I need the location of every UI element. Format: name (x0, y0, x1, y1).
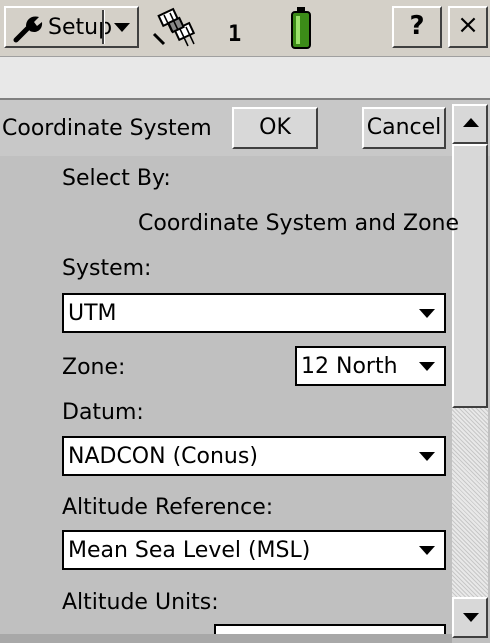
scroll-thumb[interactable] (452, 144, 488, 408)
close-icon: × (457, 10, 479, 40)
chevron-down-icon (419, 309, 435, 318)
zone-value: 12 North (301, 354, 398, 379)
bottom-edge (0, 634, 452, 643)
scroll-down-button[interactable] (452, 597, 488, 638)
setup-menu-button[interactable]: Setup (4, 6, 139, 48)
zone-label: Zone: (62, 355, 126, 380)
cancel-button[interactable]: Cancel (362, 107, 446, 149)
chevron-down-icon (419, 452, 435, 461)
select-by-value: Coordinate System and Zone (138, 211, 460, 236)
help-button[interactable]: ? (392, 6, 442, 48)
chevron-up-icon (463, 118, 479, 127)
chevron-down-icon (463, 613, 479, 622)
system-dropdown[interactable]: UTM (62, 293, 446, 333)
satellite-icon[interactable] (150, 4, 212, 52)
wrench-icon (12, 13, 44, 47)
datum-value: NADCON (Conus) (68, 444, 258, 469)
select-by-label: Select By: (62, 166, 171, 191)
system-label: System: (62, 256, 152, 281)
setup-separator (102, 10, 105, 44)
altitude-reference-value: Mean Sea Level (MSL) (68, 538, 311, 563)
help-label: ? (409, 11, 425, 41)
datum-label: Datum: (62, 400, 144, 425)
altitude-reference-dropdown[interactable]: Mean Sea Level (MSL) (62, 530, 446, 570)
chevron-down-icon (419, 362, 435, 371)
close-button[interactable]: × (448, 6, 488, 48)
system-value: UTM (68, 301, 117, 326)
altitude-reference-label: Altitude Reference: (62, 495, 274, 520)
ok-button[interactable]: OK (232, 107, 318, 149)
satellite-count: 1 (228, 22, 242, 47)
scroll-up-button[interactable] (452, 104, 488, 144)
altitude-units-label: Altitude Units: (62, 590, 219, 615)
chevron-down-icon (419, 546, 435, 555)
datum-dropdown[interactable]: NADCON (Conus) (62, 436, 446, 476)
form-title: Coordinate System (2, 116, 212, 141)
chevron-down-icon[interactable] (114, 23, 130, 32)
battery-icon[interactable] (290, 6, 312, 54)
scroll-track[interactable] (452, 408, 488, 597)
status-strip (0, 56, 490, 98)
top-taskbar: Setup 1 ? × (0, 0, 490, 56)
zone-dropdown[interactable]: 12 North (295, 346, 446, 386)
